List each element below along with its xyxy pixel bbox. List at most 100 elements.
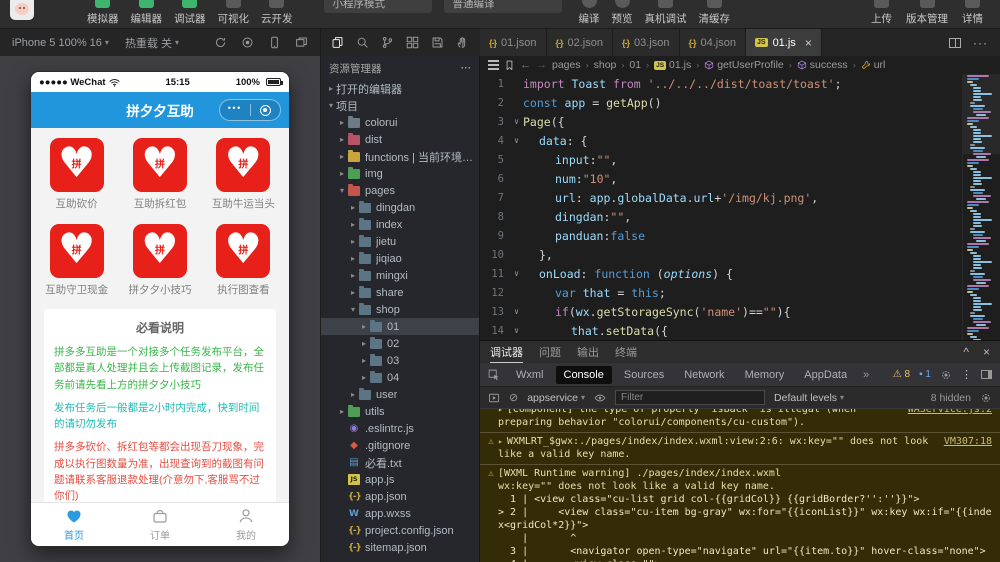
save-all-icon[interactable] [431, 36, 444, 49]
tree-item-index[interactable]: ▸ index [321, 216, 479, 233]
breadcrumb-item-01.js[interactable]: JS 01.js [654, 59, 691, 71]
breadcrumb-item-url[interactable]: url [861, 59, 885, 71]
editor-tab-02.json[interactable]: {-} 02.json [546, 29, 613, 56]
tree-item-project.config.json[interactable]: {-} project.config.json [321, 522, 479, 539]
fold-chevron-icon[interactable]: ∨ [510, 307, 523, 316]
tree-item-user[interactable]: ▸ user [321, 386, 479, 403]
expand-caret-icon[interactable]: ▸ [498, 409, 503, 414]
debugger-tab-问题[interactable]: 问题 [539, 341, 561, 363]
app-grid-item[interactable]: ♥ 拼互助砍价 [35, 138, 118, 211]
device-icon[interactable] [268, 36, 281, 49]
tree-item-jiqiao[interactable]: ▸ jiqiao [321, 250, 479, 267]
phone-tab-profile-person[interactable]: 我的 [203, 503, 289, 546]
toolbar-button-preview[interactable]: 预览 [607, 0, 638, 26]
nav-back-icon[interactable]: ← [520, 59, 531, 71]
window-icon[interactable] [295, 36, 308, 49]
fold-chevron-icon[interactable]: ∨ [510, 326, 523, 335]
tree-item-jietu[interactable]: ▸ jietu [321, 233, 479, 250]
split-editor-icon[interactable] [949, 37, 961, 48]
info-badge[interactable]: ▪ 1 [919, 369, 931, 380]
stop-icon[interactable] [241, 36, 254, 49]
hot-reload-toggle[interactable]: 热重载 关 ▾ [125, 35, 179, 51]
kebab-menu-icon[interactable]: ⋮ [961, 368, 972, 381]
app-grid-item[interactable]: ♥ 拼执行图查看 [202, 224, 285, 297]
code-area[interactable]: 1 import Toast from '../../../dist/toast/… [480, 74, 962, 340]
toolbar-button-simulator[interactable]: 模拟器 [82, 0, 124, 26]
search-icon[interactable] [356, 36, 369, 49]
tree-item-sitemap.json[interactable]: {-} sitemap.json [321, 539, 479, 556]
toolbar-button-editor[interactable]: 编辑器 [126, 0, 168, 26]
split-icon[interactable] [406, 36, 419, 49]
console-source-link[interactable]: WAService.js:2 [908, 409, 992, 416]
menu-icon[interactable] [488, 60, 499, 62]
tree-item-app.js[interactable]: JS app.js [321, 471, 479, 488]
close-tab-icon[interactable]: × [805, 37, 812, 49]
breadcrumb-item-01[interactable]: 01 [629, 59, 641, 71]
toolbar-button-upload[interactable]: 上传 [866, 0, 897, 26]
editor-tab-01.js[interactable]: JS 01.js × [746, 29, 822, 56]
editor-tab-01.json[interactable]: {-} 01.json [480, 29, 547, 56]
log-levels-selector[interactable]: Default levels ▾ [774, 392, 844, 404]
tree-item-dist[interactable]: ▸ dist [321, 131, 479, 148]
tree-item-.gitignore[interactable]: ◆ .gitignore [321, 437, 479, 454]
eye-icon[interactable] [594, 392, 606, 404]
tree-item--[interactable]: ▾ 项目 [321, 97, 479, 114]
tree-item-functions-cl...[interactable]: ▸ functions | 当前环境: cl... [321, 148, 479, 165]
device-selector[interactable]: iPhone 5 100% 16 ▾ [12, 37, 109, 49]
user-avatar[interactable] [10, 0, 34, 20]
debugger-tab-终端[interactable]: 终端 [615, 341, 637, 363]
fold-chevron-icon[interactable]: ∨ [510, 269, 523, 278]
close-panel-icon[interactable]: × [983, 345, 990, 359]
devtools-tab-Console[interactable]: Console [555, 365, 612, 384]
breadcrumb-item-pages[interactable]: pages [552, 59, 581, 71]
tree-item-04[interactable]: ▸ 04 [321, 369, 479, 386]
tree-item-utils[interactable]: ▸ utils [321, 403, 479, 420]
console-source-link[interactable]: VM307:18 [944, 435, 992, 448]
minimap[interactable] [962, 74, 1000, 340]
toolbar-button-debugger[interactable]: 调试器 [169, 0, 211, 26]
breadcrumb-item-success[interactable]: success [797, 59, 848, 71]
tree-item-colorui[interactable]: ▸ colorui [321, 114, 479, 131]
hand-icon[interactable] [456, 36, 469, 49]
app-grid-item[interactable]: ♥ 拼互助拆红包 [118, 138, 201, 211]
tree-item-.eslintrc.js[interactable]: ◉ .eslintrc.js [321, 420, 479, 437]
files-icon[interactable] [331, 36, 344, 49]
capsule-home-button[interactable] [251, 104, 281, 116]
tree-item--.txt[interactable]: ▤ 必看.txt [321, 454, 479, 471]
more-tabs-icon[interactable]: » [859, 369, 873, 381]
toolbar-button-visualization[interactable]: 可视化 [213, 0, 255, 26]
context-selector[interactable]: appservice ▾ [527, 392, 585, 404]
fold-chevron-icon[interactable]: ∨ [510, 136, 523, 145]
clear-console-icon[interactable]: ⊘ [509, 391, 518, 404]
collapse-panel-icon[interactable]: ^ [963, 345, 969, 359]
compile-mode-select[interactable]: 普通编译 [443, 0, 562, 13]
devtools-tab-Network[interactable]: Network [676, 366, 732, 384]
tree-item-pages[interactable]: ▾ pages [321, 182, 479, 199]
gear-icon[interactable] [980, 392, 992, 404]
tree-item-01[interactable]: ▸ 01 [321, 318, 479, 335]
debugger-tab-调试器[interactable]: 调试器 [490, 341, 523, 363]
tree-item-shop[interactable]: ▾ shop [321, 301, 479, 318]
fold-chevron-icon[interactable]: ∨ [510, 117, 523, 126]
inspect-element-icon[interactable] [488, 369, 500, 381]
tree-item-mingxi[interactable]: ▸ mingxi [321, 267, 479, 284]
tree-item-img[interactable]: ▸ img [321, 165, 479, 182]
devtools-tab-AppData[interactable]: AppData [796, 366, 855, 384]
eval-context-icon[interactable] [488, 392, 500, 404]
tree-item-app.wxss[interactable]: Wapp.wxss [321, 505, 479, 522]
editor-tab-03.json[interactable]: {-} 03.json [613, 29, 680, 56]
bookmark-icon[interactable] [504, 60, 515, 71]
editor-tab-04.json[interactable]: {-} 04.json [679, 29, 746, 56]
breadcrumb-item-shop[interactable]: shop [594, 59, 617, 71]
phone-tab-orders-bag[interactable]: 订单 [117, 503, 203, 546]
breadcrumb-item-getUserProfile[interactable]: getUserProfile [704, 59, 784, 71]
explorer-more-icon[interactable]: ⋯ [461, 62, 472, 74]
devtools-tab-Memory[interactable]: Memory [737, 366, 793, 384]
app-grid-item[interactable]: ♥ 拼拼夕夕小技巧 [118, 224, 201, 297]
mode-select[interactable]: 小程序模式 [323, 0, 432, 13]
toolbar-button-version-control[interactable]: 版本管理 [901, 0, 953, 26]
toolbar-button-cloud-dev[interactable]: 云开发 [256, 0, 298, 26]
console-filter-input[interactable] [615, 390, 766, 405]
devtools-tab-Wxml[interactable]: Wxml [508, 366, 552, 384]
phone-tab-home-heart[interactable]: 首页 [31, 503, 117, 546]
